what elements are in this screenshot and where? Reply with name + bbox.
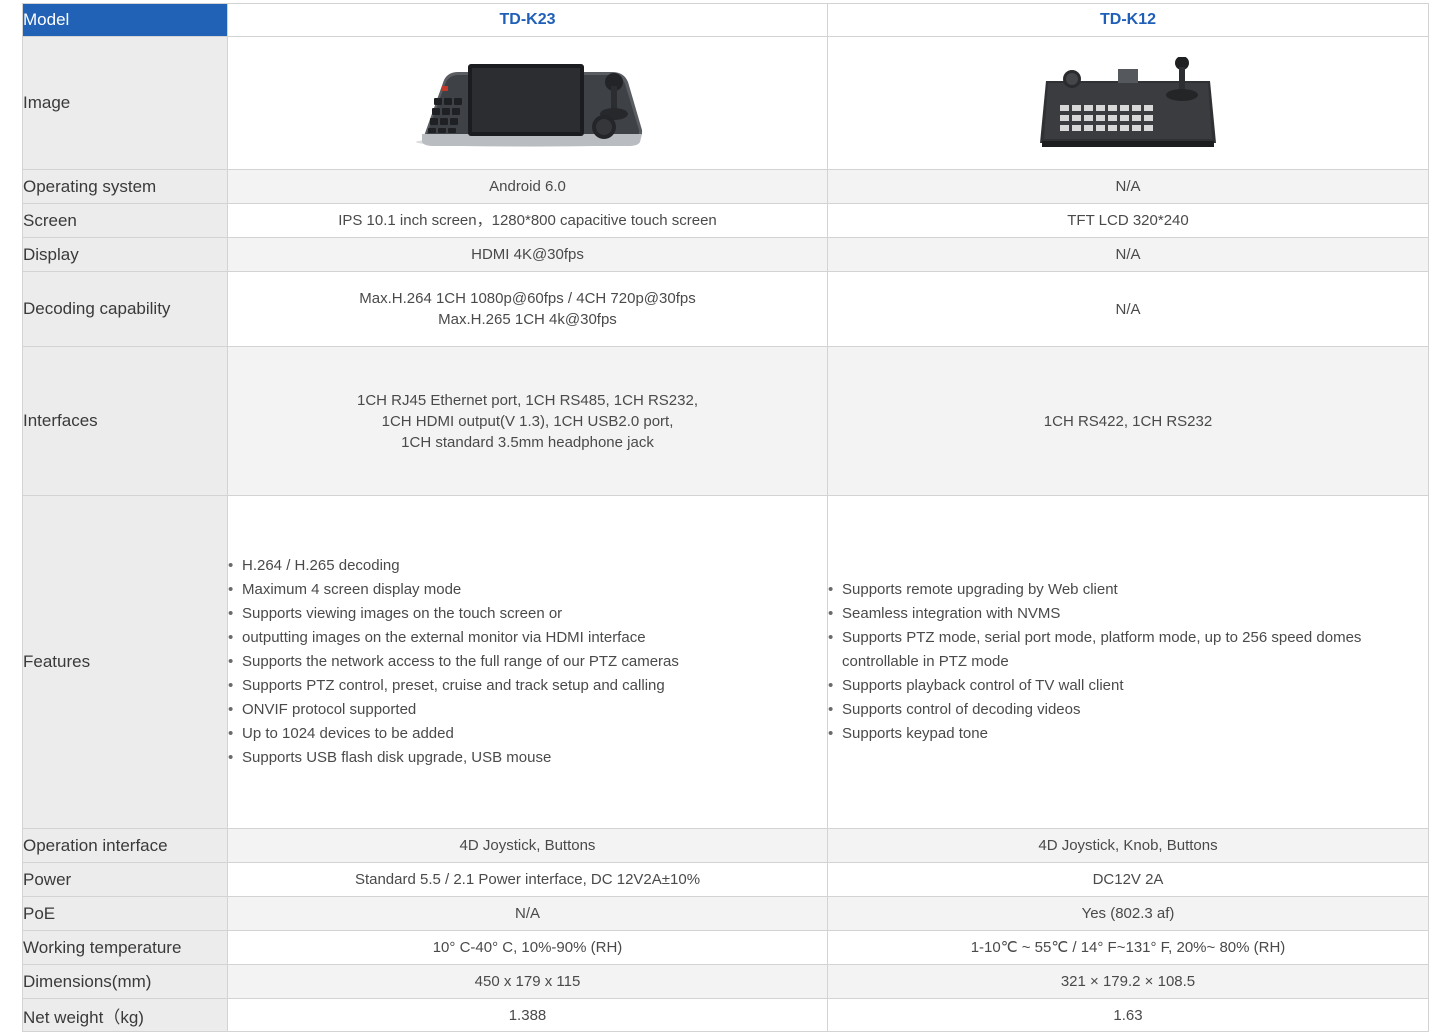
feature-item: Supports viewing images on the touch scr… — [228, 602, 827, 626]
td-k12-poe: Yes (802.3 af) — [827, 896, 1429, 931]
td-k12-operation: 4D Joystick, Knob, Buttons — [827, 828, 1429, 863]
td-k23-power: Standard 5.5 / 2.1 Power interface, DC 1… — [227, 862, 828, 897]
row-interfaces: Interfaces 1CH RJ45 Ethernet port, 1CH R… — [22, 346, 1429, 496]
feature-list-k23: H.264 / H.265 decoding Maximum 4 screen … — [228, 554, 827, 770]
td-k12-features: Supports remote upgrading by Web client … — [827, 495, 1429, 829]
spec-comparison-table: Model TD-K23 TD-K12 Image Operating syst… — [22, 3, 1429, 1032]
interfaces-line: 1CH RJ45 Ethernet port, 1CH RS485, 1CH R… — [357, 391, 698, 409]
feature-item: Supports control of decoding videos — [828, 698, 1428, 722]
td-k12-screen: TFT LCD 320*240 — [827, 203, 1429, 238]
td-k12-power: DC12V 2A — [827, 862, 1429, 897]
row-poe: PoE N/A Yes (802.3 af) — [22, 896, 1429, 931]
feature-item: Supports the network access to the full … — [228, 650, 827, 674]
td-k12-temperature: 1-10℃ ~ 55℃ / 14° F~131° F, 20%~ 80% (RH… — [827, 930, 1429, 965]
td-k12-os: N/A — [827, 169, 1429, 204]
row-operation: Operation interface 4D Joystick, Buttons… — [22, 828, 1429, 863]
td-k23-image — [227, 36, 828, 170]
feature-item: H.264 / H.265 decoding — [228, 554, 827, 578]
interfaces-line: 1CH HDMI output(V 1.3), 1CH USB2.0 port, — [381, 412, 674, 430]
model-td-k12: TD-K12 — [827, 3, 1429, 37]
row-label-image: Image — [22, 36, 228, 170]
decoding-line: Max.H.264 1CH 1080p@60fps / 4CH 720p@30f… — [359, 290, 696, 307]
td-k23-display: HDMI 4K@30fps — [227, 237, 828, 272]
feature-item: Maximum 4 screen display mode — [228, 578, 827, 602]
keyboard-controller-touchscreen-icon — [415, 64, 642, 147]
feature-item: Supports playback control of TV wall cli… — [828, 674, 1428, 698]
feature-item: Seamless integration with NVMS — [828, 602, 1428, 626]
row-label-operation: Operation interface — [22, 828, 228, 863]
feature-item: Supports keypad tone — [828, 722, 1428, 746]
row-label-decoding: Decoding capability — [22, 271, 228, 347]
td-k23-decoding: Max.H.264 1CH 1080p@60fps / 4CH 720p@30f… — [227, 271, 828, 347]
td-k23-os: Android 6.0 — [227, 169, 828, 204]
row-label-interfaces: Interfaces — [22, 346, 228, 496]
td-k23-temperature: 10° C-40° C, 10%-90% (RH) — [227, 930, 828, 965]
td-k12-interfaces: 1CH RS422, 1CH RS232 — [827, 346, 1429, 496]
row-label-features: Features — [22, 495, 228, 829]
row-label-screen: Screen — [22, 203, 228, 238]
feature-item: Supports PTZ mode, serial port mode, pla… — [828, 626, 1428, 674]
feature-item: Up to 1024 devices to be added — [228, 722, 827, 746]
row-screen: Screen IPS 10.1 inch screen，1280*800 cap… — [22, 203, 1429, 238]
td-k12-decoding: N/A — [827, 271, 1429, 347]
row-temperature: Working temperature 10° C-40° C, 10%-90%… — [22, 930, 1429, 965]
td-k12-dimensions: 321 × 179.2 × 108.5 — [827, 964, 1429, 999]
row-display: Display HDMI 4K@30fps N/A — [22, 237, 1429, 272]
feature-item: Supports USB flash disk upgrade, USB mou… — [228, 746, 827, 770]
model-header-label: Model — [22, 3, 228, 37]
decoding-line: Max.H.265 1CH 4k@30fps — [438, 311, 617, 328]
td-k12-image — [827, 36, 1429, 170]
td-k23-screen: IPS 10.1 inch screen，1280*800 capacitive… — [227, 203, 828, 238]
header-row: Model TD-K23 TD-K12 — [22, 3, 1429, 37]
row-weight: Net weight（kg) 1.388 1.63 — [22, 998, 1429, 1032]
interfaces-line: 1CH standard 3.5mm headphone jack — [401, 433, 654, 451]
row-label-os: Operating system — [22, 169, 228, 204]
model-td-k23: TD-K23 — [227, 3, 828, 37]
row-label-poe: PoE — [22, 896, 228, 931]
row-label-weight: Net weight（kg) — [22, 998, 228, 1032]
row-decoding: Decoding capability Max.H.264 1CH 1080p@… — [22, 271, 1429, 347]
td-k23-weight: 1.388 — [227, 998, 828, 1032]
row-os: Operating system Android 6.0 N/A — [22, 169, 1429, 204]
row-label-temperature: Working temperature — [22, 930, 228, 965]
keyboard-controller-joystick-icon — [1040, 57, 1216, 147]
row-label-display: Display — [22, 237, 228, 272]
td-k12-display: N/A — [827, 237, 1429, 272]
row-dimensions: Dimensions(mm) 450 x 179 x 115 321 × 179… — [22, 964, 1429, 999]
feature-item: Supports remote upgrading by Web client — [828, 578, 1428, 602]
feature-list-k12: Supports remote upgrading by Web client … — [828, 578, 1428, 746]
td-k23-dimensions: 450 x 179 x 115 — [227, 964, 828, 999]
td-k23-operation: 4D Joystick, Buttons — [227, 828, 828, 863]
td-k12-weight: 1.63 — [827, 998, 1429, 1032]
feature-item: outputting images on the external monito… — [228, 626, 827, 650]
row-power: Power Standard 5.5 / 2.1 Power interface… — [22, 862, 1429, 897]
row-label-dimensions: Dimensions(mm) — [22, 964, 228, 999]
td-k23-interfaces: 1CH RJ45 Ethernet port, 1CH RS485, 1CH R… — [227, 346, 828, 496]
td-k23-poe: N/A — [227, 896, 828, 931]
row-features: Features H.264 / H.265 decoding Maximum … — [22, 495, 1429, 829]
feature-item: ONVIF protocol supported — [228, 698, 827, 722]
feature-item: Supports PTZ control, preset, cruise and… — [228, 674, 827, 698]
row-image: Image — [22, 36, 1429, 170]
row-label-power: Power — [22, 862, 228, 897]
td-k23-features: H.264 / H.265 decoding Maximum 4 screen … — [227, 495, 828, 829]
